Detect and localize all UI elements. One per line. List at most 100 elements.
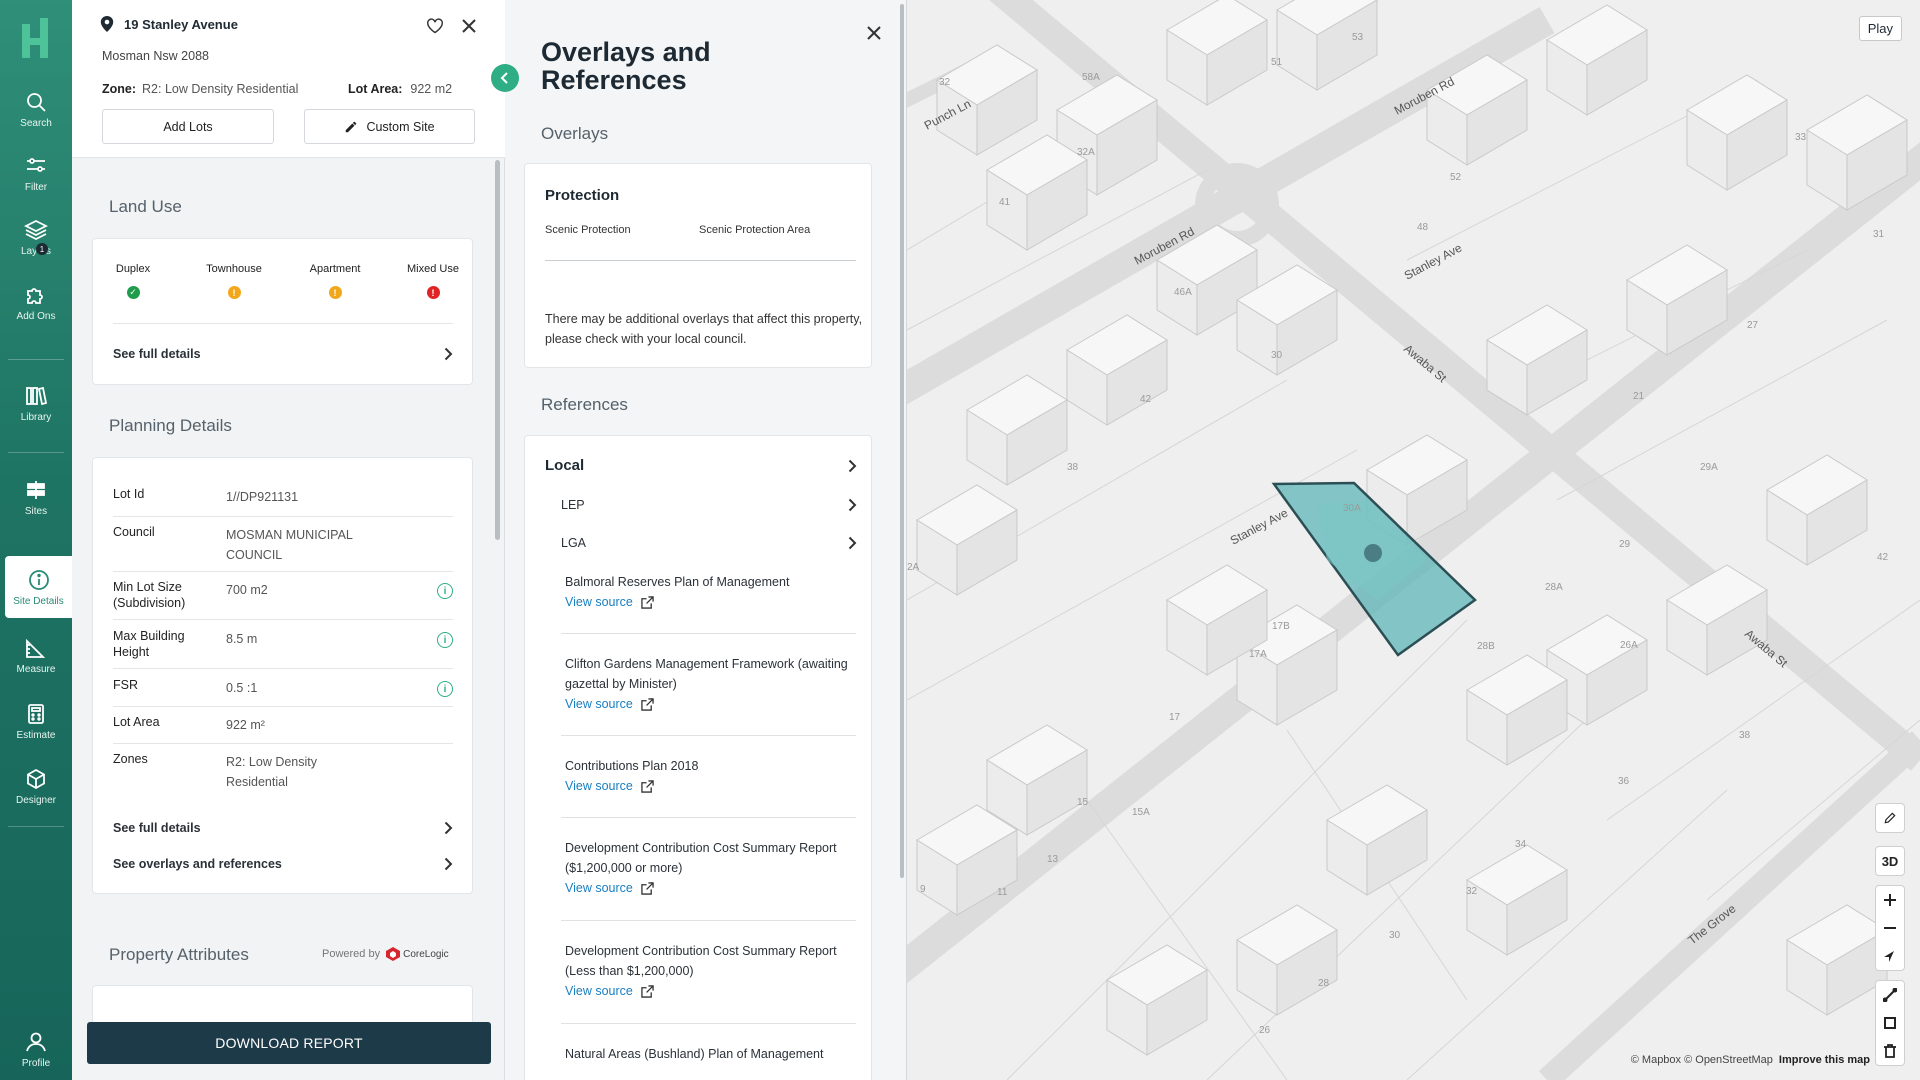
lep-row[interactable]: LEP: [561, 498, 857, 512]
collapse-panel-button[interactable]: [491, 64, 519, 92]
draw-control: [1875, 803, 1905, 833]
house-number: 52: [1450, 172, 1462, 183]
view-3d-control: 3D: [1875, 846, 1905, 876]
zoom-out-button[interactable]: [1876, 914, 1904, 942]
land-use-label: Mixed Use: [407, 263, 459, 275]
lga-label: LGA: [561, 536, 587, 550]
line-tool-button[interactable]: [1876, 981, 1904, 1009]
rail-estimate[interactable]: Estimate: [0, 690, 72, 752]
divider: [113, 668, 453, 669]
custom-site-button[interactable]: Custom Site: [304, 109, 475, 144]
puzzle-icon: [27, 287, 43, 304]
info-icon[interactable]: i: [437, 681, 453, 697]
chevron-right-icon: [444, 347, 453, 361]
add-lots-button[interactable]: Add Lots: [102, 109, 274, 144]
close-icon: [462, 19, 476, 33]
rail-label: Add Ons: [16, 310, 56, 322]
map-pin-icon: [100, 16, 114, 32]
overlays-note: There may be additional overlays that af…: [545, 312, 863, 346]
site-details-panel: 19 Stanley Avenue Mosman Nsw 2088 Zone: …: [72, 0, 505, 1080]
house-number: 30A: [1343, 503, 1361, 514]
house-number: 17: [1169, 712, 1181, 723]
user-icon: [26, 1032, 46, 1051]
zoom-control: [1875, 885, 1905, 971]
house-number: 2A: [907, 562, 920, 573]
planning-details-card: Lot Id 1//DP921131 Council MOSMAN MUNICI…: [92, 457, 473, 894]
planning-row-lot-id: Lot Id 1//DP921131: [113, 487, 453, 517]
address-text: 19 Stanley Avenue: [124, 16, 238, 32]
toggle-3d-button[interactable]: 3D: [1876, 847, 1904, 875]
trash-icon: [1884, 1044, 1896, 1058]
view-source-link[interactable]: View source: [565, 981, 855, 1001]
house-number: 28: [1318, 978, 1330, 989]
local-row[interactable]: Local: [545, 457, 857, 474]
side-rail: Search Filter 1 Layers Add Ons Library S…: [0, 0, 72, 1080]
view-source-link[interactable]: View source: [565, 776, 855, 796]
view-source-label: View source: [565, 595, 633, 609]
view-source-link[interactable]: View source: [565, 694, 855, 714]
reference-title: Clifton Gardens Management Framework (aw…: [565, 657, 848, 691]
reference-title: Balmoral Reserves Plan of Management: [565, 575, 790, 589]
view-source-label: View source: [565, 881, 633, 895]
reference-title: Natural Areas (Bushland) Plan of Managem…: [565, 1047, 824, 1061]
planning-value: 1//DP921131: [226, 490, 299, 504]
rail-filter[interactable]: Filter: [0, 142, 72, 204]
favorite-button[interactable]: [424, 15, 446, 37]
rail-layers[interactable]: 1 Layers: [0, 206, 72, 268]
view-source-link[interactable]: View source: [565, 592, 855, 612]
close-overlays-button[interactable]: [863, 22, 885, 44]
chevron-right-icon: [848, 498, 857, 512]
land-use-label: Duplex: [115, 263, 151, 275]
rail-divider: [8, 359, 64, 360]
download-report-button[interactable]: DOWNLOAD REPORT: [87, 1022, 491, 1064]
heart-icon: [427, 18, 443, 34]
rail-add-ons[interactable]: Add Ons: [0, 271, 72, 333]
edit-button[interactable]: [1876, 804, 1904, 832]
rail-search[interactable]: Search: [0, 78, 72, 140]
compass-button[interactable]: [1876, 942, 1904, 970]
rail-label: Estimate: [16, 729, 56, 741]
play-button[interactable]: Play: [1858, 16, 1902, 41]
overlays-panel-scrollbar[interactable]: [900, 4, 904, 878]
divider: [113, 516, 453, 517]
view-source-link[interactable]: View source: [565, 878, 855, 898]
rail-library[interactable]: Library: [0, 372, 72, 434]
lga-row[interactable]: LGA: [561, 536, 857, 550]
attribution-text: © Mapbox © OpenStreetMap: [1630, 1054, 1773, 1066]
rail-site-details[interactable]: Site Details: [5, 556, 72, 618]
info-icon[interactable]: i: [437, 632, 453, 648]
house-number: 42: [1877, 552, 1889, 563]
property-attributes-title: Property Attributes: [109, 945, 249, 964]
house-number: 15A: [1132, 807, 1150, 818]
overlays-panel: Overlays and References Overlays Protect…: [505, 0, 907, 1080]
land-use-apartment: Apartment !: [295, 263, 375, 299]
lot-center-marker[interactable]: [1364, 544, 1382, 562]
land-use-see-full-details[interactable]: See full details: [113, 340, 453, 368]
planning-see-full-details[interactable]: See full details: [113, 814, 453, 842]
info-icon[interactable]: i: [437, 583, 453, 599]
close-site-button[interactable]: [458, 15, 480, 37]
overlays-heading: Overlays: [541, 124, 609, 143]
map-view[interactable]: Stanley Ave Stanley Ave Awaba St Awaba S…: [907, 0, 1920, 1080]
improve-map-link[interactable]: Improve this map: [1779, 1054, 1870, 1066]
map-canvas[interactable]: Stanley Ave Stanley Ave Awaba St Awaba S…: [907, 0, 1920, 1080]
rail-designer[interactable]: Designer: [0, 755, 72, 817]
house-number: 31: [1873, 229, 1885, 240]
polygon-tool-button[interactable]: [1876, 1009, 1904, 1037]
rail-profile[interactable]: Profile: [0, 1018, 72, 1080]
reference-item: Natural Areas (Bushland) Plan of Managem…: [565, 1044, 855, 1064]
delete-tool-button[interactable]: [1876, 1037, 1904, 1065]
site-panel-scrollbar[interactable]: [495, 160, 500, 540]
title-line: References: [541, 65, 687, 95]
pencil-icon: [1884, 812, 1896, 824]
house-number: 29A: [1700, 462, 1718, 473]
planning-value: MOSMAN MUNICIPAL COUNCIL: [226, 528, 353, 562]
see-overlays-and-references[interactable]: See overlays and references: [113, 850, 453, 878]
house-number: 51: [1271, 57, 1283, 68]
rail-sites[interactable]: Sites: [0, 466, 72, 528]
zoom-in-button[interactable]: [1876, 886, 1904, 914]
view-source-label: View source: [565, 697, 633, 711]
rail-measure[interactable]: Measure: [0, 624, 72, 686]
provider-name: CoreLogic: [403, 948, 449, 960]
rail-label: Site Details: [13, 595, 64, 607]
